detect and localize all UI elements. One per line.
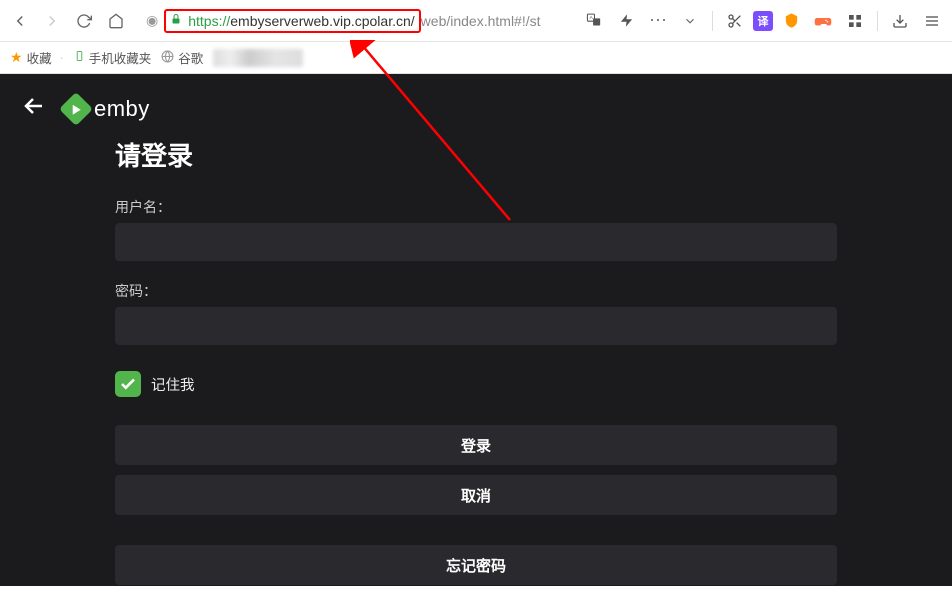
site-info-icon[interactable]: ◉: [146, 12, 158, 29]
username-input[interactable]: [115, 223, 837, 261]
emby-app: emby 请登录 用户名： 密码： 记住我 登录 取消 忘记密码: [0, 74, 952, 586]
flash-icon[interactable]: [612, 7, 640, 35]
apps-icon[interactable]: [841, 7, 869, 35]
emby-logo-icon: [59, 92, 93, 126]
download-icon[interactable]: [886, 7, 914, 35]
url-protocol: https://: [188, 13, 230, 29]
scissors-icon[interactable]: [721, 7, 749, 35]
forward-button[interactable]: [38, 7, 66, 35]
app-back-button[interactable]: [22, 94, 46, 124]
remember-row: 记住我: [115, 371, 837, 397]
browser-nav-bar: ◉ https://embyserverweb.vip.cpolar.cn/ w…: [0, 0, 952, 42]
login-form: 请登录 用户名： 密码： 记住我 登录 取消 忘记密码: [0, 132, 952, 595]
emby-logo[interactable]: emby: [64, 96, 150, 122]
more-icon[interactable]: ⋯: [644, 7, 672, 35]
phone-icon: [74, 49, 85, 66]
bookmark-blurred: [213, 49, 303, 67]
translate-ext-icon[interactable]: 译: [753, 11, 773, 31]
gamepad-icon[interactable]: [809, 7, 837, 35]
address-bar[interactable]: ◉ https://embyserverweb.vip.cpolar.cn/ w…: [138, 6, 572, 36]
reload-button[interactable]: [70, 7, 98, 35]
app-header: emby: [0, 74, 952, 132]
home-button[interactable]: [102, 7, 130, 35]
cancel-button[interactable]: 取消: [115, 475, 837, 515]
bookmark-label: 收藏: [27, 48, 52, 67]
chevron-down-icon[interactable]: [676, 7, 704, 35]
login-title: 请登录: [115, 136, 837, 173]
divider: [877, 11, 878, 31]
bookmark-google[interactable]: 谷歌: [161, 48, 203, 67]
username-label: 用户名：: [115, 197, 837, 217]
svg-text:A: A: [589, 15, 593, 21]
bookmark-label: 手机收藏夹: [89, 48, 152, 67]
bookmarks-bar: ★ 收藏 · 手机收藏夹 谷歌: [0, 42, 952, 74]
remember-checkbox[interactable]: [115, 371, 141, 397]
url-highlight: https://embyserverweb.vip.cpolar.cn/: [164, 9, 420, 33]
bookmark-favorites[interactable]: ★ 收藏 ·: [10, 48, 64, 67]
bookmark-label: 谷歌: [178, 48, 203, 67]
forgot-password-button[interactable]: 忘记密码: [115, 545, 837, 585]
star-icon: ★: [10, 49, 23, 66]
back-button[interactable]: [6, 7, 34, 35]
divider: [712, 11, 713, 31]
password-label: 密码：: [115, 281, 837, 301]
translate-icon[interactable]: A: [580, 7, 608, 35]
remember-label: 记住我: [151, 374, 195, 395]
emby-logo-text: emby: [94, 96, 150, 122]
url-path: web/index.html#!/st: [421, 13, 541, 29]
lock-icon: [170, 13, 182, 28]
divider: ·: [60, 51, 64, 65]
shield-icon[interactable]: [777, 7, 805, 35]
password-input[interactable]: [115, 307, 837, 345]
login-button[interactable]: 登录: [115, 425, 837, 465]
menu-icon[interactable]: [918, 7, 946, 35]
globe-icon: [161, 50, 174, 66]
url-domain: embyserverweb.vip.cpolar.cn/: [230, 13, 414, 29]
bookmark-mobile[interactable]: 手机收藏夹: [74, 48, 152, 67]
